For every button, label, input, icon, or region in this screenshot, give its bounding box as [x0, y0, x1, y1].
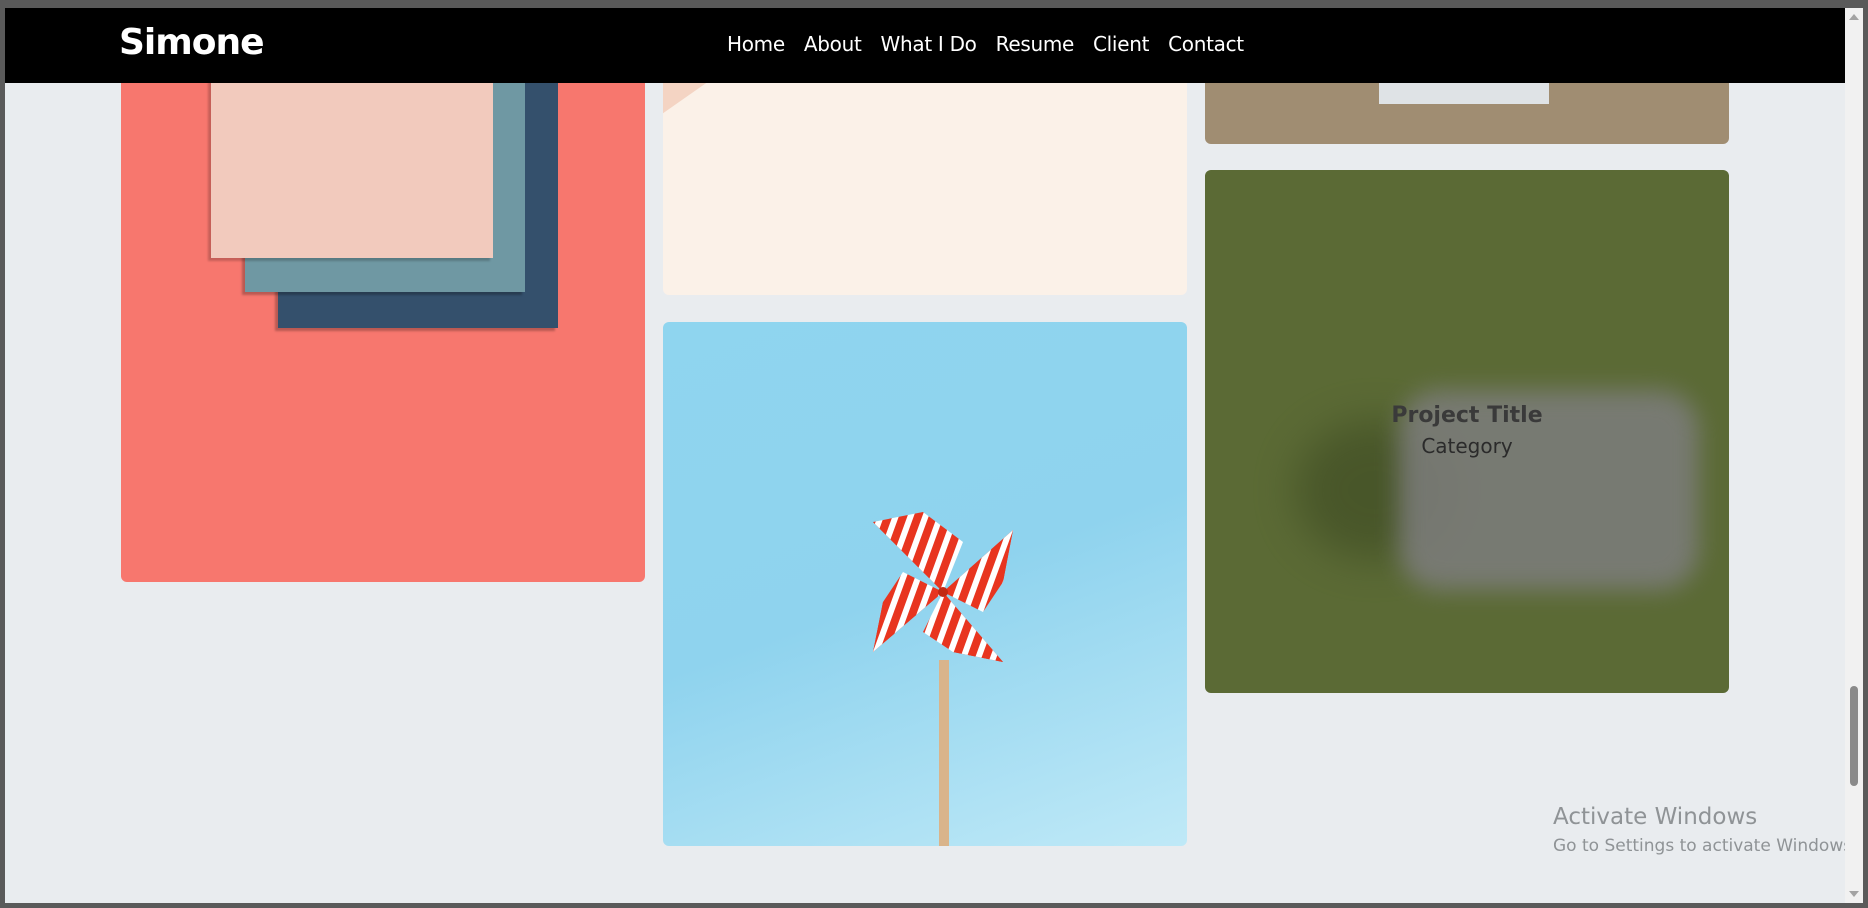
nav-link-contact[interactable]: Contact — [1168, 32, 1244, 56]
brand-logo[interactable]: Simone — [119, 22, 265, 63]
watermark-title: Activate Windows — [1553, 804, 1758, 830]
portfolio-item-paper-stack[interactable] — [121, 8, 645, 582]
nav-link-home[interactable]: Home — [727, 32, 785, 56]
vertical-scrollbar[interactable] — [1845, 8, 1863, 903]
portfolio-item-pinwheel[interactable] — [663, 322, 1187, 846]
nav-link-what-i-do[interactable]: What I Do — [881, 32, 977, 56]
scroll-down-icon[interactable] — [1849, 891, 1859, 897]
watermark-subtitle: Go to Settings to activate Windows. — [1553, 836, 1858, 856]
nav-link-client[interactable]: Client — [1093, 32, 1149, 56]
project-title: Project Title — [1391, 403, 1543, 428]
windows-activation-watermark: Activate Windows Go to Settings to activ… — [1553, 804, 1858, 856]
scroll-thumb[interactable] — [1850, 686, 1858, 786]
portfolio-item-hover[interactable]: Project Title Category — [1205, 170, 1729, 693]
nav-link-about[interactable]: About — [804, 32, 862, 56]
browser-viewport: Simone Home About What I Do Resume Clien… — [5, 8, 1863, 903]
pinwheel-icon — [873, 512, 1013, 662]
navbar: Simone Home About What I Do Resume Clien… — [5, 8, 1845, 83]
scroll-up-icon[interactable] — [1849, 14, 1859, 20]
project-category: Category — [1421, 434, 1513, 458]
nav-link-resume[interactable]: Resume — [996, 32, 1075, 56]
nav-menu: Home About What I Do Resume Client Conta… — [727, 32, 1244, 56]
pinwheel-stick — [939, 660, 949, 846]
